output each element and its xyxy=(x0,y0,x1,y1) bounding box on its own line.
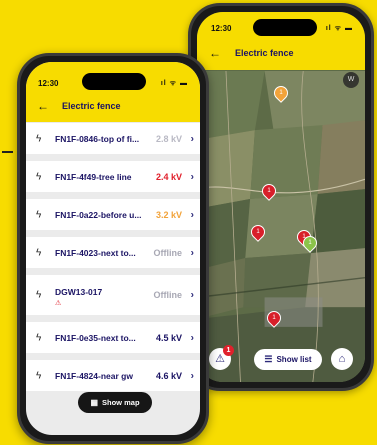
chevron-right-icon: › xyxy=(190,247,194,258)
fence-voltage: 4.6 kV xyxy=(155,370,182,381)
fence-voltage: 2.8 kV xyxy=(155,133,182,144)
fence-name: DGW13-017 xyxy=(55,287,103,297)
bolt-icon: ϟ xyxy=(36,133,42,144)
compass-icon[interactable]: W xyxy=(343,72,359,88)
bolt-icon: ϟ xyxy=(36,171,42,182)
bolt-icon: ϟ xyxy=(36,247,42,258)
chevron-right-icon: › xyxy=(190,289,194,301)
list-header: 12:30 ıl ᯤ ▬ ← Electric fence xyxy=(26,62,200,122)
fence-voltage: 3.2 kV xyxy=(155,209,182,220)
alarm-off-icon: ⚠ xyxy=(55,300,62,307)
bolt-icon: ϟ xyxy=(36,370,42,381)
fence-row[interactable]: ϟ FN1F-0e35-next to... 4.5 kV › xyxy=(26,322,200,353)
fence-row[interactable]: ϟ FN1F-4023-next to... Offline › xyxy=(26,237,200,268)
signal-wifi-battery-icon: ıl ᯤ ▬ xyxy=(160,80,188,87)
status-time: 12:30 xyxy=(38,79,59,88)
show-map-button[interactable]: ▦ Show map xyxy=(78,392,152,413)
bolt-icon: ϟ xyxy=(36,209,42,220)
fence-row[interactable]: ϟ FN1F-0846-top of fi... 2.8 kV › xyxy=(26,123,200,154)
fence-name: FN1F-0e35-next to... xyxy=(55,332,136,343)
chevron-right-icon: › xyxy=(190,209,194,220)
dynamic-island xyxy=(253,19,317,36)
list-icon: ☰ xyxy=(264,354,273,364)
fence-name: FN1F-4f49-tree line xyxy=(55,171,132,182)
dynamic-island xyxy=(82,73,146,90)
status-time: 12:30 xyxy=(211,24,232,33)
fence-voltage: Offline xyxy=(153,247,183,258)
back-arrow-icon[interactable]: ← xyxy=(37,99,49,113)
chevron-right-icon: › xyxy=(190,370,194,381)
fence-row[interactable]: ϟ FN1F-0a22-before u... 3.2 kV › xyxy=(26,199,200,230)
chevron-right-icon: › xyxy=(190,171,194,182)
fence-name: FN1F-4824-near gw xyxy=(55,370,133,381)
chevron-right-icon: › xyxy=(190,133,194,144)
list-phone: 12:30 ıl ᯤ ▬ ← Electric fence ϟ FN1F-084… xyxy=(17,53,209,444)
list-screen: 12:30 ıl ᯤ ▬ ← Electric fence ϟ FN1F-084… xyxy=(26,62,200,435)
fence-voltage: Offline xyxy=(153,290,183,300)
fence-voltage: 2.4 kV xyxy=(155,171,182,182)
map-screen: 12:30 ıl ᯤ ▬ ← Electric fence W 1 1 1 1 … xyxy=(197,12,365,382)
signal-wifi-battery-icon: ıl ᯤ ▬ xyxy=(325,25,353,32)
fence-list: ϟ FN1F-0846-top of fi... 2.8 kV › ϟ FN1F… xyxy=(26,123,200,398)
decorative-dash xyxy=(2,151,13,153)
back-arrow-icon[interactable]: ← xyxy=(209,46,221,60)
fence-row[interactable]: ϟ FN1F-4f49-tree line 2.4 kV › xyxy=(26,161,200,192)
bolt-icon: ϟ xyxy=(36,332,42,343)
page-title: Electric fence xyxy=(235,48,294,58)
page-title: Electric fence xyxy=(62,101,121,111)
home-button[interactable]: ⌂ xyxy=(331,348,353,370)
show-list-button[interactable]: ☰ Show list xyxy=(254,349,322,370)
map-header: 12:30 ıl ᯤ ▬ ← Electric fence xyxy=(197,12,365,70)
fence-name: FN1F-0a22-before u... xyxy=(55,209,142,220)
fence-voltage: 4.5 kV xyxy=(155,332,182,343)
fence-row[interactable]: ϟ DGW13-017 ⚠ Offline › xyxy=(26,275,200,315)
bolt-icon: ϟ xyxy=(36,289,42,301)
fence-name: FN1F-0846-top of fi... xyxy=(55,133,140,144)
chevron-right-icon: › xyxy=(190,332,194,343)
alarm-count-badge: 1 xyxy=(223,345,234,356)
map-icon: ▦ xyxy=(90,398,99,407)
fence-name: FN1F-4023-next to... xyxy=(55,247,136,258)
fence-row[interactable]: ϟ FN1F-4824-near gw 4.6 kV › xyxy=(26,360,200,391)
map-phone: 12:30 ıl ᯤ ▬ ← Electric fence W 1 1 1 1 … xyxy=(188,3,374,391)
